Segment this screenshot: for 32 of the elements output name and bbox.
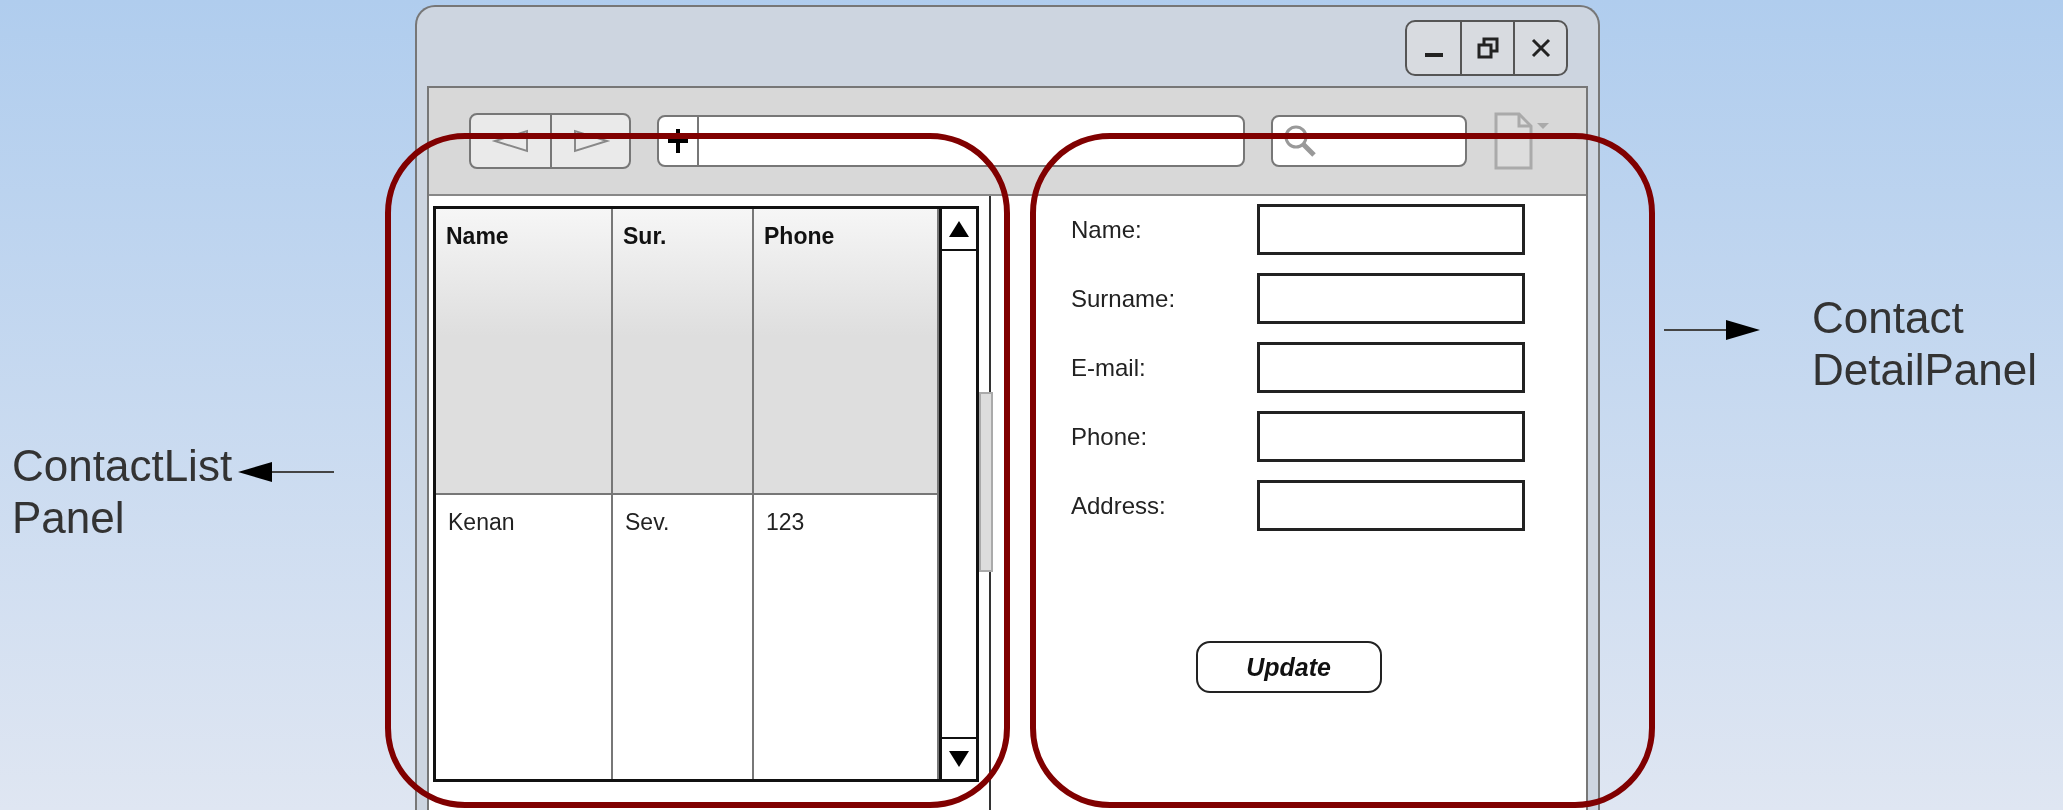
address-field[interactable] (657, 115, 1245, 167)
annotation-label: ContactList Panel (12, 440, 233, 544)
field-label: Surname: (1071, 284, 1177, 313)
field-label: Address: (1071, 491, 1167, 520)
input-field[interactable] (1257, 411, 1525, 462)
up-triangle-icon (948, 220, 970, 238)
column-header[interactable]: Sur. (613, 209, 754, 495)
field-label: Phone: (1071, 422, 1149, 451)
scrollbar[interactable] (939, 206, 979, 782)
document-icon[interactable] (1493, 111, 1551, 171)
column-header[interactable]: Name (436, 209, 613, 495)
table-cell: Kenan (436, 495, 613, 779)
field-label: E-mail: (1071, 353, 1147, 382)
input-field[interactable] (1257, 204, 1525, 255)
close-icon (1530, 38, 1551, 58)
update-button[interactable]: Update (1195, 641, 1382, 693)
input-field[interactable] (1257, 342, 1525, 393)
column-header[interactable]: Phone (754, 209, 939, 495)
input-field[interactable] (1257, 273, 1525, 324)
field-label: Name: (1071, 215, 1143, 244)
left-triangle-icon (490, 129, 531, 153)
splitter-handle[interactable] (979, 392, 993, 572)
search-icon (1283, 124, 1317, 158)
down-triangle-icon (948, 750, 970, 768)
input-field[interactable] (1257, 480, 1525, 531)
restore-icon (1476, 37, 1499, 59)
minus-icon (1424, 53, 1443, 57)
table-cell: Sev. (613, 495, 754, 779)
annotation-label: Contact DetailPanel (1812, 292, 2038, 396)
arrow-icon (1664, 318, 1760, 342)
arrow-icon (238, 460, 335, 484)
plus-icon (666, 127, 690, 155)
